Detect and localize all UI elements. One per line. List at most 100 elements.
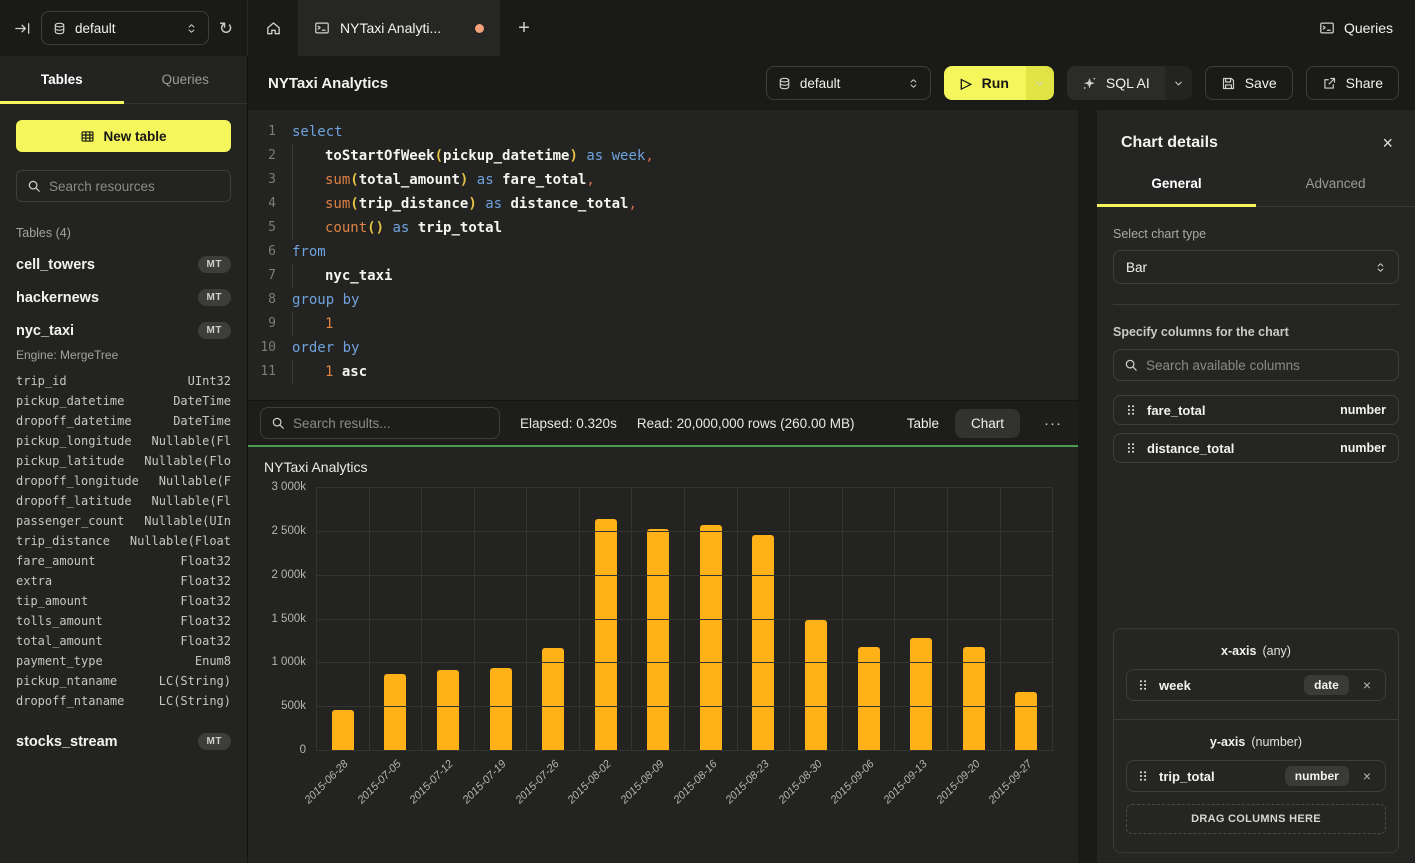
tab-strip: NYTaxi Analyti... + [248, 0, 1319, 56]
run-button[interactable]: ▷ Run [944, 66, 1026, 100]
y-axis-column-type: number [1285, 766, 1349, 786]
sql-ai-button[interactable]: SQL AI [1067, 66, 1165, 100]
line-number: 2 [248, 144, 276, 168]
table-row[interactable]: nyc_taxiMT [0, 314, 247, 347]
table-row[interactable]: stocks_streamMT [0, 725, 247, 758]
refresh-icon[interactable]: ↻ [219, 20, 233, 37]
sidebar-tabs: Tables Queries [0, 56, 247, 104]
column-row: dropoff_datetimeDateTime [0, 411, 247, 431]
gridline [316, 531, 1053, 532]
x-axis-hint: (any) [1262, 644, 1290, 658]
x-axis-column-chip[interactable]: week date × [1126, 669, 1386, 701]
table-name: hackernews [16, 290, 99, 306]
column-type: UInt32 [188, 374, 231, 388]
column-name: distance_total [1147, 441, 1234, 456]
column-type: Float32 [180, 614, 231, 628]
table-row[interactable]: hackernewsMT [0, 281, 247, 314]
more-options-button[interactable]: ··· [1040, 415, 1066, 432]
database-selector[interactable]: default [41, 11, 209, 45]
elapsed-stat: Elapsed: 0.320s [520, 416, 617, 431]
gridline [316, 750, 1053, 751]
new-table-label: New table [103, 129, 166, 144]
y-tick-label: 500k [281, 700, 306, 712]
sidebar-tab-queries[interactable]: Queries [124, 56, 248, 103]
chevron-updown-icon [186, 23, 197, 34]
drag-columns-dropzone[interactable]: DRAG COLUMNS HERE [1126, 804, 1386, 834]
new-tab-button[interactable]: + [500, 0, 548, 56]
sql-editor[interactable]: 1select2toStartOfWeek(pickup_datetime) a… [248, 110, 1078, 400]
sidebar-tab-tables[interactable]: Tables [0, 56, 124, 103]
run-button-group: ▷ Run [944, 66, 1054, 100]
column-type: LC(String) [159, 674, 231, 688]
rows-read-stat: Read: 20,000,000 rows (260.00 MB) [637, 416, 855, 431]
query-toolbar: default ▷ Run [766, 66, 1399, 100]
chart-bar [700, 525, 722, 750]
chart-bar [542, 648, 564, 750]
topbar-database-section: default ↻ [0, 0, 248, 56]
toolbar-database-selector[interactable]: default [766, 66, 931, 100]
y-tick-label: 1 000k [271, 656, 306, 668]
code-line: 6from [248, 240, 1078, 264]
column-search-input[interactable] [1146, 358, 1388, 373]
y-axis-column-name: trip_total [1159, 769, 1215, 784]
terminal-icon [314, 20, 330, 36]
unsaved-changes-dot [475, 24, 484, 33]
y-tick-label: 2 500k [271, 525, 306, 537]
toolbar-database-value: default [800, 76, 899, 91]
x-axis-label: 2015-09-27 [1000, 754, 1053, 840]
chart-bar [490, 668, 512, 750]
home-tab[interactable] [248, 0, 298, 56]
code-line: 3sum(total_amount) as fare_total, [248, 168, 1078, 192]
line-number: 4 [248, 192, 276, 216]
run-options-button[interactable] [1026, 66, 1054, 100]
y-tick-label: 1 500k [271, 613, 306, 625]
results-search-input[interactable] [293, 416, 489, 431]
x-axis-column-type: date [1304, 675, 1349, 695]
column-type: number [1340, 441, 1386, 455]
x-axis-column-name: week [1159, 678, 1191, 693]
sql-console-app: default ↻ NYTaxi Analyti... + [0, 0, 1415, 863]
table-row[interactable]: cell_towersMT [0, 248, 247, 281]
column-name: dropoff_datetime [16, 414, 132, 428]
query-tab-active[interactable]: NYTaxi Analyti... [298, 0, 500, 56]
chevron-down-icon [1173, 78, 1184, 89]
column-name: pickup_longitude [16, 434, 132, 448]
share-icon [1322, 76, 1337, 91]
line-number: 3 [248, 168, 276, 192]
y-tick-label: 2 000k [271, 569, 306, 581]
available-column-chip[interactable]: fare_total number [1113, 395, 1399, 425]
remove-column-icon[interactable]: × [1360, 768, 1374, 784]
view-toggle-table[interactable]: Table [891, 409, 955, 438]
available-column-chip[interactable]: distance_total number [1113, 433, 1399, 463]
resource-search-input[interactable] [49, 179, 220, 194]
line-number: 6 [248, 240, 276, 264]
tab-advanced[interactable]: Advanced [1256, 176, 1415, 206]
chart-bar [910, 638, 932, 750]
share-button[interactable]: Share [1306, 66, 1399, 100]
gridline [316, 575, 1053, 576]
column-row: extraFloat32 [0, 571, 247, 591]
close-icon[interactable]: × [1382, 133, 1393, 154]
queries-button-label: Queries [1344, 20, 1393, 36]
code-line: 111 asc [248, 360, 1078, 384]
sql-ai-options-button[interactable] [1165, 66, 1192, 100]
table-name: stocks_stream [16, 734, 118, 750]
new-table-button[interactable]: New table [16, 120, 231, 152]
y-axis-ticks: 3 000k2 500k2 000k1 500k1 000k500k0 [264, 487, 316, 750]
y-axis-column-chip[interactable]: trip_total number × [1126, 760, 1386, 792]
chart-type-select[interactable]: Bar [1113, 250, 1399, 284]
queries-button[interactable]: Queries [1319, 20, 1393, 36]
code-line: 4sum(trip_distance) as distance_total, [248, 192, 1078, 216]
code-line: 1select [248, 120, 1078, 144]
view-toggle-chart[interactable]: Chart [955, 409, 1020, 438]
tab-general[interactable]: General [1097, 176, 1256, 206]
column-row: dropoff_ntanameLC(String) [0, 691, 247, 711]
search-icon [27, 179, 41, 193]
collapse-sidebar-icon[interactable] [14, 20, 31, 37]
save-button[interactable]: Save [1205, 66, 1293, 100]
line-number: 11 [248, 360, 276, 384]
column-name: pickup_latitude [16, 454, 124, 468]
column-name: fare_total [1147, 403, 1206, 418]
column-row: pickup_longitudeNullable(Fl [0, 431, 247, 451]
remove-column-icon[interactable]: × [1360, 677, 1374, 693]
